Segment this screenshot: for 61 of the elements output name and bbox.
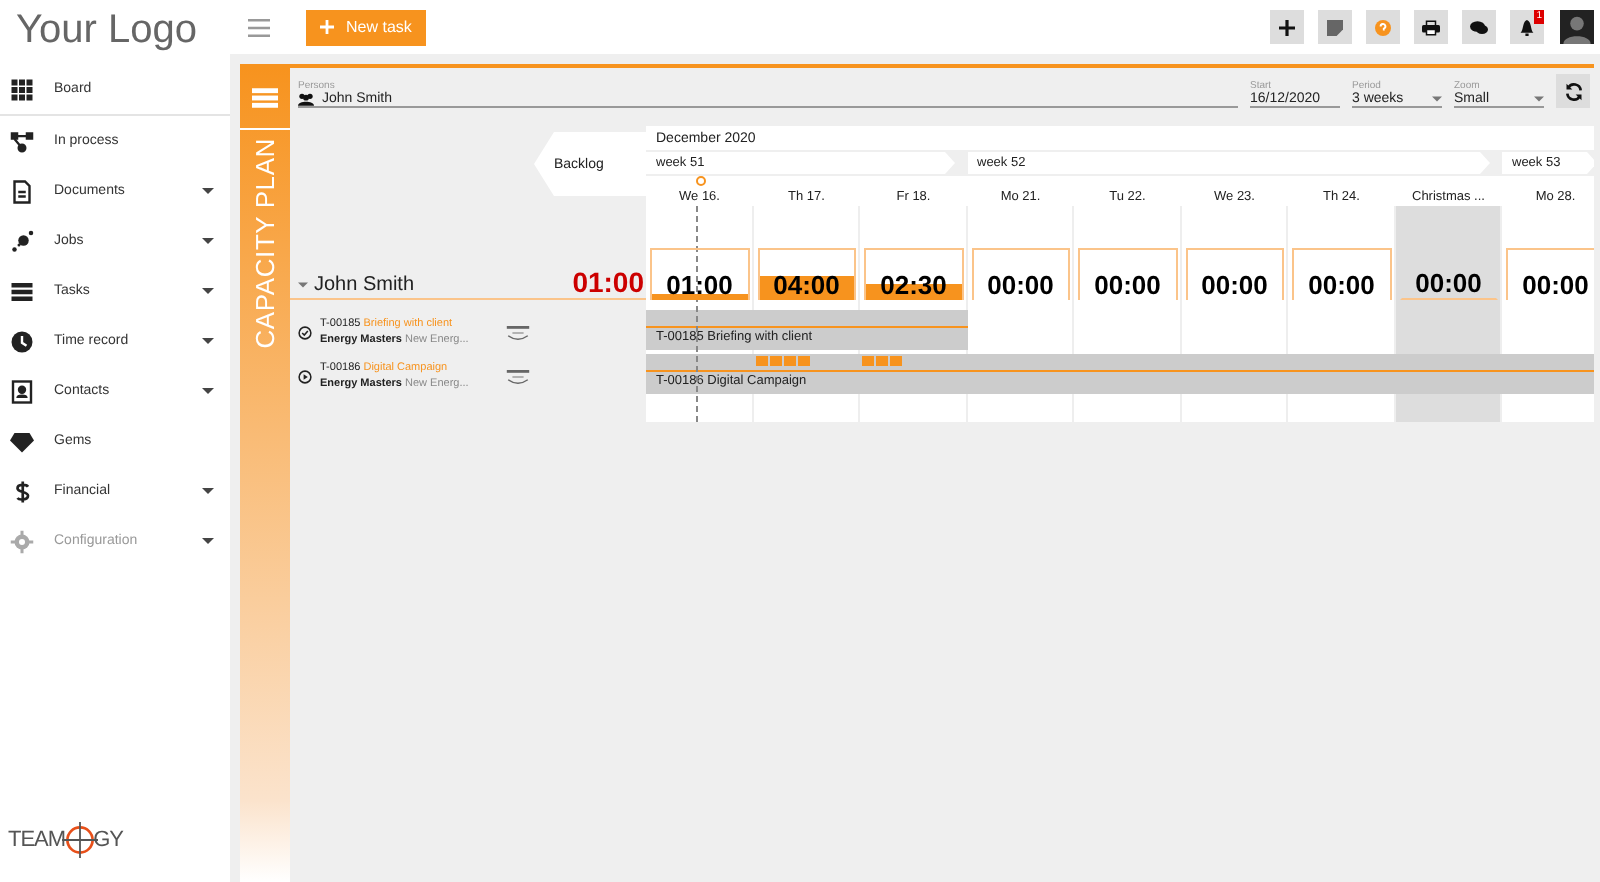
print-button[interactable] <box>1414 10 1448 44</box>
today-marker <box>696 176 706 186</box>
hours-value: 00:00 <box>1415 268 1482 298</box>
brand-text: GY <box>93 828 123 852</box>
caret-icon <box>202 188 214 194</box>
tasks-icon <box>10 279 34 303</box>
caret-icon <box>202 388 214 394</box>
client-logo-icon <box>504 323 532 341</box>
clock-icon <box>10 329 34 353</box>
caret-icon <box>298 282 308 288</box>
hours-value: 01:00 <box>666 270 733 300</box>
hours-value: 00:00 <box>1094 270 1161 300</box>
bar-segment[interactable] <box>1502 354 1594 372</box>
people-icon <box>298 92 314 106</box>
add-button[interactable] <box>1270 10 1304 44</box>
caret-icon <box>202 488 214 494</box>
avatar[interactable] <box>1560 10 1594 44</box>
client-logo-icon <box>504 367 532 385</box>
note-icon <box>1326 19 1344 35</box>
panel-title: CAPACITY PLAN <box>250 138 280 349</box>
grid-icon <box>10 77 34 101</box>
caret-icon <box>202 338 214 344</box>
refresh-button[interactable] <box>1556 74 1590 108</box>
bar-segment[interactable] <box>753 354 860 372</box>
person-total: 01:00 <box>572 266 646 298</box>
bell-icon <box>1518 19 1536 35</box>
crosshair-icon <box>61 822 98 858</box>
help-icon <box>1374 19 1392 35</box>
help-button[interactable] <box>1366 10 1400 44</box>
caret-icon <box>202 238 214 244</box>
dollar-icon <box>10 479 34 503</box>
hours-value: 00:00 <box>987 270 1054 300</box>
plus-icon <box>320 20 334 34</box>
caret-icon <box>202 538 214 544</box>
printer-icon <box>1422 19 1440 35</box>
bar-segment[interactable] <box>646 354 753 372</box>
person-name[interactable]: John Smith <box>290 274 415 298</box>
logo: Your Logo <box>14 6 197 56</box>
chat-button[interactable] <box>1462 10 1496 44</box>
caret-icon <box>1432 96 1442 102</box>
plus-icon <box>1278 19 1296 35</box>
chat-icon <box>1470 19 1488 35</box>
note-button[interactable] <box>1318 10 1352 44</box>
hours-value: 00:00 <box>1522 270 1589 300</box>
hours-value: 00:00 <box>1308 270 1375 300</box>
document-icon <box>10 179 34 203</box>
bar-segment[interactable] <box>646 310 753 328</box>
gem-icon <box>10 429 34 453</box>
caret-icon <box>202 288 214 294</box>
bar-segment[interactable] <box>860 310 967 328</box>
list-icon <box>252 88 278 108</box>
menu-icon[interactable] <box>248 17 270 37</box>
brand-text: TEAM <box>8 828 66 852</box>
hours-value: 00:00 <box>1201 270 1268 300</box>
contact-card-icon <box>10 379 34 403</box>
caret-icon <box>1534 96 1544 102</box>
refresh-icon <box>1563 81 1583 101</box>
flowchart-icon <box>10 129 34 153</box>
hours-value: 04:00 <box>773 270 840 300</box>
gear-icon <box>10 529 34 553</box>
bar-segment[interactable] <box>860 354 967 372</box>
